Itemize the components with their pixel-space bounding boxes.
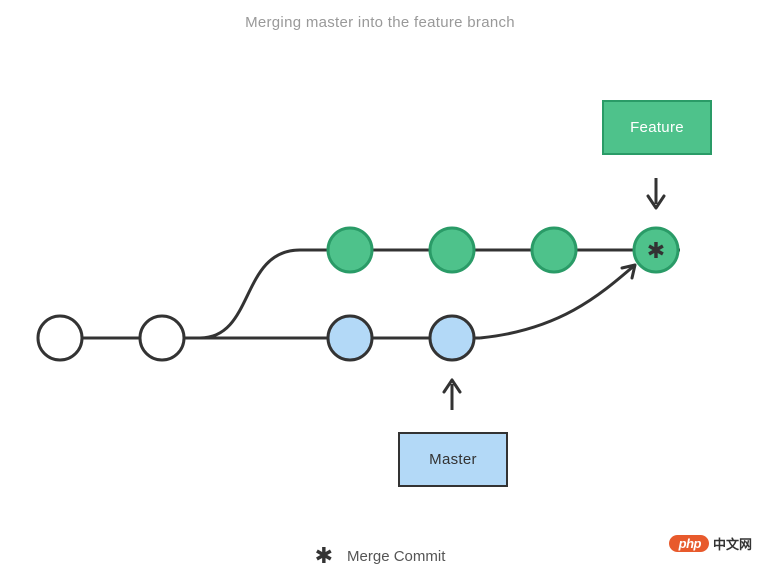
watermark: php 中文网 bbox=[669, 534, 752, 553]
master-label-box: Master bbox=[398, 432, 508, 487]
merge-curve bbox=[480, 265, 635, 338]
legend-text: Merge Commit bbox=[347, 548, 445, 565]
commit-feature-3 bbox=[532, 228, 576, 272]
commit-empty-2 bbox=[140, 316, 184, 360]
legend: ✱ Merge Commit bbox=[0, 543, 760, 569]
feature-label-text: Feature bbox=[630, 119, 684, 136]
legend-star-icon: ✱ bbox=[315, 543, 333, 569]
git-merge-diagram: ✱ bbox=[0, 0, 760, 579]
commit-empty-1 bbox=[38, 316, 82, 360]
watermark-text: 中文网 bbox=[713, 534, 752, 553]
merge-star-icon: ✱ bbox=[647, 238, 665, 263]
commit-master-2 bbox=[430, 316, 474, 360]
commit-feature-1 bbox=[328, 228, 372, 272]
feature-label-box: Feature bbox=[602, 100, 712, 155]
branch-curve bbox=[200, 250, 300, 338]
commit-master-1 bbox=[328, 316, 372, 360]
master-label-text: Master bbox=[429, 451, 477, 468]
commit-feature-2 bbox=[430, 228, 474, 272]
watermark-pill: php bbox=[669, 535, 709, 552]
